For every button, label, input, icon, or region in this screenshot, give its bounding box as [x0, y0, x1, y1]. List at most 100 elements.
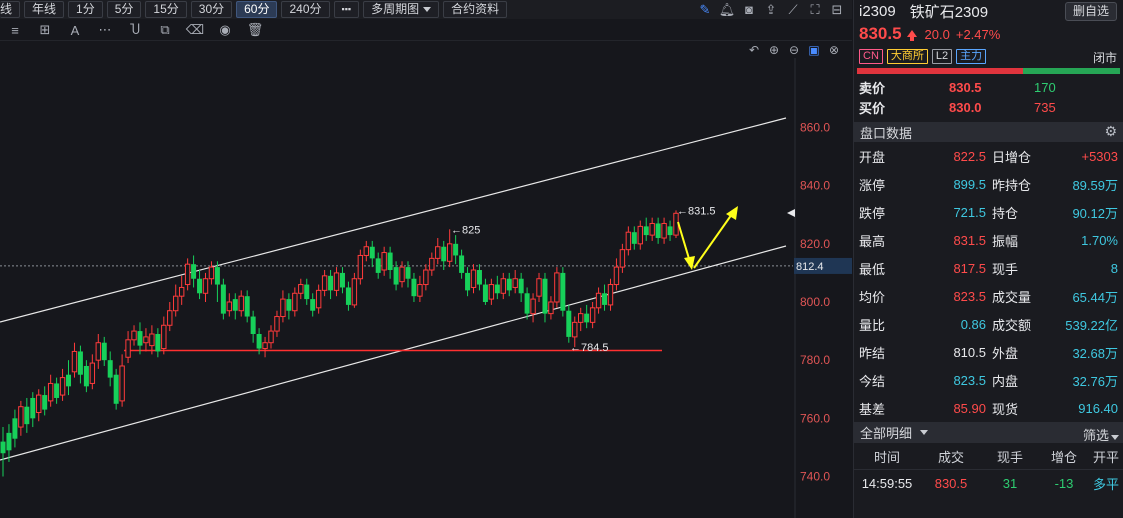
- candle-body-up: [184, 263, 191, 286]
- ask-price: 830.5: [949, 79, 982, 95]
- candle-body-down: [584, 313, 590, 323]
- multi-period-button[interactable]: 多周期图: [363, 1, 440, 18]
- candle-body-up: [530, 298, 536, 315]
- zoom-out-icon[interactable]: ⊖: [784, 42, 804, 58]
- candle-body-up: [435, 246, 441, 259]
- candle-body-down: [542, 278, 548, 314]
- minimize-icon[interactable]: ⊟: [826, 0, 848, 19]
- quote-data-row: 昨结 810.5 外盘 32.68万: [854, 338, 1123, 366]
- text-tool-icon[interactable]: A: [60, 20, 90, 41]
- close-chart-icon[interactable]: ⊗: [824, 42, 844, 58]
- panel-title-bar: 盘口数据 ⚙: [854, 122, 1123, 142]
- data-label: 开盘: [859, 149, 886, 165]
- period-tab-5[interactable]: 30分: [190, 1, 233, 18]
- data-label: 今结: [859, 373, 886, 389]
- candle-body-up: [59, 377, 66, 396]
- period-tab-7[interactable]: 240分: [281, 1, 330, 18]
- candle-body-down: [369, 246, 375, 259]
- upper-channel-line: [0, 117, 787, 323]
- candle-body-up: [149, 333, 155, 347]
- candle-body-down: [405, 267, 411, 279]
- menu-icon[interactable]: ≡: [0, 20, 30, 41]
- candle-body-up: [429, 257, 435, 271]
- candle-body-down: [459, 255, 465, 273]
- candle-body-down: [566, 310, 572, 337]
- period-tab-0[interactable]: 线: [0, 1, 21, 18]
- draw-pen-icon[interactable]: ✎: [694, 0, 716, 19]
- period-tab-2[interactable]: 1分: [68, 1, 103, 18]
- undo-icon[interactable]: ↶: [744, 42, 764, 58]
- quote-panel: i2309 铁矿石2309 删自选 830.5 20.0 +2.47% CN 大…: [853, 0, 1123, 518]
- price-axis-label: 840.0: [800, 179, 830, 193]
- candle-body-up: [178, 286, 185, 297]
- arrow-down-head: [684, 256, 695, 270]
- zoom-in-icon[interactable]: ⊕: [764, 42, 784, 58]
- price-change-pct: +2.47%: [955, 26, 1001, 42]
- period-tab-1[interactable]: 年线: [24, 1, 65, 18]
- tag-main: 主力: [956, 48, 987, 64]
- data-value: 899.5: [953, 176, 986, 192]
- arrow-up-head: [726, 206, 738, 220]
- quote-data-row: 今结 823.5 内盘 32.76万: [854, 366, 1123, 394]
- price-axis-label: 760.0: [800, 411, 830, 425]
- layers-icon[interactable]: ⧉: [150, 20, 180, 41]
- data-label: 振幅: [992, 233, 1019, 249]
- candle-body-up: [351, 278, 358, 306]
- more-periods-button[interactable]: ▪▪▪: [333, 1, 360, 18]
- data-label: 成交量: [992, 289, 1032, 305]
- data-value: 90.12万: [1072, 205, 1118, 221]
- period-tab-4[interactable]: 15分: [145, 1, 187, 18]
- price-line: 830.5 20.0 +2.47%: [854, 22, 1123, 46]
- eye-icon[interactable]: ◉: [210, 20, 240, 41]
- candle-body-up: [613, 266, 620, 286]
- candle-body-down: [643, 226, 649, 236]
- price-axis-label: 800.0: [800, 295, 830, 309]
- chevron-down-icon[interactable]: [920, 430, 929, 435]
- data-label: 昨结: [859, 345, 886, 361]
- remove-watchlist-button[interactable]: 删自选: [1064, 2, 1117, 21]
- camera-icon[interactable]: ◙: [738, 0, 760, 19]
- quote-data-grid: 开盘 822.5 日增仓 +5303 涨停 899.5 昨持仓 89.59万 跌停 721.5 持仓…: [854, 142, 1123, 422]
- trades-title[interactable]: 全部明细: [860, 423, 912, 442]
- eraser-icon[interactable]: ⌫: [180, 20, 210, 41]
- data-value: 539.22亿: [1065, 317, 1118, 333]
- bell-icon[interactable]: 🔔︎: [716, 0, 738, 19]
- trash-icon[interactable]: 🗑︎: [240, 20, 270, 41]
- chart-controls: ↶ ⊕ ⊖ ▣ ⊗: [744, 42, 844, 58]
- arrow-up-line: [693, 213, 733, 269]
- candle-body-up: [446, 243, 453, 262]
- candle-body-down: [393, 267, 399, 285]
- candle-body-up: [399, 266, 405, 283]
- data-label: 现手: [992, 261, 1019, 277]
- period-toolbar: 线年线 1分 5分 15分 30分 60分 240分 ▪▪▪ 多周期图 合约资料 ✎ 🔔︎ …: [0, 0, 852, 19]
- candle-body-down: [518, 278, 524, 294]
- quote-data-row: 最低 817.5 现手 8: [854, 254, 1123, 282]
- tag-row: CN 大商所 L2 主力 闭市: [854, 46, 1123, 66]
- candle-body-down: [339, 272, 345, 288]
- period-tab-6[interactable]: 60分: [236, 1, 278, 18]
- filter-button[interactable]: 筛选: [1083, 425, 1119, 444]
- candle-body-up: [119, 365, 125, 402]
- candle-body-up: [226, 301, 233, 312]
- export-icon[interactable]: ⇪: [760, 0, 782, 19]
- data-value: 823.5: [953, 288, 986, 304]
- candle-body-up: [381, 252, 387, 271]
- fib-icon[interactable]: ⊞: [30, 20, 60, 41]
- magnet-icon[interactable]: Ⴎ: [120, 20, 150, 41]
- data-label: 基差: [859, 401, 886, 417]
- arrow-down-line: [677, 221, 691, 263]
- tag-cn: CN: [859, 48, 883, 64]
- tag-l2[interactable]: L2: [931, 48, 953, 64]
- trades-list: 14:59:55 830.5 31 -13 多平: [854, 470, 1123, 497]
- contract-info-button[interactable]: 合约资料: [443, 1, 508, 18]
- gear-icon[interactable]: ⚙: [1104, 123, 1117, 140]
- layout-icon[interactable]: ▣: [804, 42, 824, 58]
- candlestick-chart[interactable]: 860.0 840.0 820.0 800.0 780.0 760.0 740.0 812.4…: [0, 0, 852, 518]
- period-tab-3[interactable]: 5分: [106, 1, 142, 18]
- candle-body-down: [328, 275, 334, 291]
- candle-body-up: [333, 272, 340, 291]
- ruler-icon[interactable]: ⟋: [782, 0, 804, 19]
- data-label: 外盘: [992, 345, 1019, 361]
- fullscreen-icon[interactable]: ⛶: [804, 0, 826, 19]
- more-tools-icon[interactable]: ⋯: [90, 20, 120, 41]
